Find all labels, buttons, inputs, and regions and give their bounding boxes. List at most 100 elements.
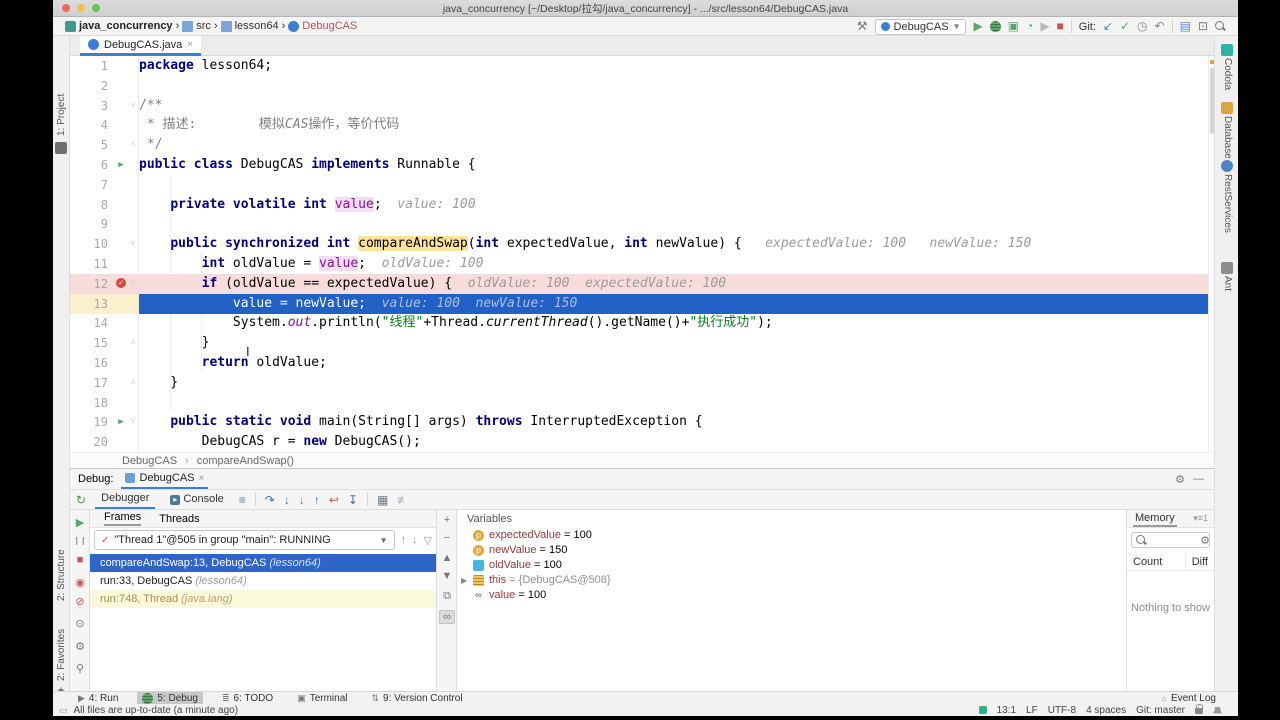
filter-frames-icon[interactable]: ▽ — [424, 534, 432, 547]
fold-marker-icon[interactable]: ˅ — [128, 274, 138, 294]
code-line-12[interactable]: 12✓˅ if (oldValue == expectedValue) { ol… — [70, 274, 1208, 294]
debug-session-tab[interactable]: DebugCAS × — [121, 469, 208, 489]
run-icon[interactable]: ▶ — [973, 17, 982, 36]
fold-marker-icon[interactable]: ˅ — [128, 412, 138, 432]
settings-gear-icon[interactable]: ⚙ — [1175, 473, 1185, 486]
snapshot-camera-icon[interactable]: ⊙ — [70, 617, 90, 630]
code-line-19[interactable]: 19▶˅ public static void main(String[] ar… — [70, 412, 1208, 432]
frame-row[interactable]: run:33, DebugCAS (lesson64) — [90, 572, 436, 590]
debug-tab-debugger[interactable]: Debugger — [95, 490, 155, 509]
add-watch-icon[interactable]: + — [437, 514, 457, 526]
thread-selector[interactable]: ✓ "Thread 1"@505 in group "main": RUNNIN… — [94, 530, 395, 550]
tool-stripe-favorites[interactable]: 2: Favorites — [56, 629, 67, 681]
move-up-icon[interactable]: ▲ — [437, 552, 457, 564]
coverage-icon[interactable]: ▣ — [1008, 17, 1019, 36]
show-layout-icon[interactable]: ≡ — [239, 493, 246, 507]
breadcrumb-method[interactable]: compareAndSwap() — [197, 455, 294, 467]
breadcrumb-item-src[interactable]: src — [182, 20, 211, 32]
build-hammer-icon[interactable]: ⚒ — [857, 17, 868, 36]
status-line-ending[interactable]: LF — [1026, 705, 1038, 716]
duplicate-icon[interactable]: ⧉ — [437, 590, 457, 603]
code-line-5[interactable]: 5˄ */ — [70, 135, 1208, 155]
commit-icon[interactable]: ✓ — [1120, 17, 1130, 36]
code-editor[interactable]: 1package lesson64;23˅/**4 * 描述: 模拟CAS操作，… — [70, 56, 1208, 468]
frames-tab-threads[interactable]: Threads — [159, 513, 199, 525]
inspections-hector-icon[interactable] — [1213, 707, 1222, 714]
code-line-14[interactable]: 14 System.out.println("线程"+Thread.curren… — [70, 313, 1208, 333]
run-configuration-select[interactable]: DebugCAS▼ — [875, 19, 967, 35]
code-line-15[interactable]: 15˄ } — [70, 333, 1208, 353]
status-git-branch[interactable]: Git: master — [1136, 705, 1185, 716]
breakpoint-icon[interactable]: ✓ — [114, 274, 128, 294]
prev-frame-icon[interactable]: ↑ — [401, 534, 407, 546]
settings-gear-icon[interactable]: ⚙ — [70, 640, 90, 653]
view-breakpoints-icon[interactable]: ◉ — [70, 576, 90, 589]
code-line-7[interactable]: 7 — [70, 175, 1208, 195]
code-line-18[interactable]: 18 — [70, 393, 1208, 413]
code-line-2[interactable]: 2 — [70, 76, 1208, 96]
rollback-icon[interactable]: ↶ — [1155, 17, 1165, 36]
rerun-icon[interactable]: ↻ — [76, 493, 86, 507]
hide-panel-icon[interactable]: — — [1193, 473, 1204, 485]
move-down-icon[interactable]: ▼ — [437, 570, 457, 582]
remove-watch-icon[interactable]: − — [437, 532, 457, 544]
run-disabled-icon[interactable]: ▶ — [1040, 17, 1049, 36]
force-step-into-icon[interactable]: ↓ — [299, 493, 305, 507]
pin-icon[interactable]: ⚲ — [70, 662, 90, 675]
variable-row[interactable]: oldValue = 100 — [457, 558, 1126, 573]
breadcrumb-item-DebugCAS[interactable]: DebugCAS — [288, 20, 357, 32]
show-watches-icon[interactable]: ∞ — [439, 610, 455, 624]
frame-row[interactable]: run:748, Thread (java.lang) — [90, 590, 436, 608]
code-line-16[interactable]: 16 return oldValue; — [70, 353, 1208, 373]
editor-tab-debugcas[interactable]: DebugCAS.java × — [80, 36, 201, 56]
breadcrumb-class[interactable]: DebugCAS — [122, 455, 177, 467]
drop-frame-icon[interactable]: ↩ — [329, 493, 339, 507]
memory-settings-gear-icon[interactable]: ⚙ — [1200, 534, 1210, 547]
profiler-icon[interactable]: ◔ — [1026, 17, 1033, 36]
memory-tab[interactable]: Memory — [1133, 511, 1177, 527]
code-line-11[interactable]: 11 int oldValue = value; oldValue: 100 — [70, 254, 1208, 274]
step-out-icon[interactable]: ↑ — [314, 493, 320, 507]
code-line-17[interactable]: 17˄ } — [70, 373, 1208, 393]
pause-icon[interactable]: ❙❙ — [70, 536, 90, 545]
run-to-cursor-icon[interactable]: ↧ — [348, 493, 358, 507]
update-project-icon[interactable]: ↙ — [1103, 17, 1113, 36]
status-caret-position[interactable]: 13:1 — [997, 705, 1016, 716]
step-into-icon[interactable]: ↓ — [284, 493, 290, 507]
editor-scrollbar[interactable] — [1208, 56, 1214, 468]
stop-icon[interactable]: ■ — [70, 554, 90, 566]
variable-row[interactable]: pexpectedValue = 100 — [457, 528, 1126, 543]
evaluate-expression-icon[interactable]: ▦ — [377, 493, 388, 507]
tool-stripe-project[interactable]: 1: Project — [56, 94, 67, 136]
run-gutter-icon[interactable]: ▶ — [114, 412, 128, 432]
code-line-4[interactable]: 4 * 描述: 模拟CAS操作，等价代码 — [70, 115, 1208, 135]
step-over-icon[interactable]: ↷ — [265, 493, 275, 507]
debug-tab-console[interactable]: ▸Console — [164, 491, 229, 508]
frame-row[interactable]: compareAndSwap:13, DebugCAS (lesson64) — [90, 554, 436, 572]
memory-column-diff[interactable]: Diff — [1186, 554, 1214, 570]
resume-icon[interactable]: ▶ — [70, 516, 90, 529]
fold-marker-icon[interactable]: ˅ — [128, 234, 138, 254]
run-anything-icon[interactable]: ⊡ — [1198, 17, 1208, 36]
scrollbar-thumb[interactable] — [1210, 68, 1214, 134]
code-line-8[interactable]: 8 private volatile int value; value: 100 — [70, 195, 1208, 215]
code-line-10[interactable]: 10˅ public synchronized int compareAndSw… — [70, 234, 1208, 254]
search-everywhere-icon[interactable] — [1215, 21, 1226, 32]
next-frame-icon[interactable]: ↓ — [412, 534, 418, 546]
memory-search-input[interactable] — [1131, 532, 1210, 548]
trace-icon[interactable]: ≢ — [397, 493, 409, 507]
status-indent-setting[interactable]: 4 spaces — [1086, 705, 1126, 716]
code-line-3[interactable]: 3˅/** — [70, 96, 1208, 116]
frames-tab-frames[interactable]: Frames — [104, 511, 141, 526]
variable-row[interactable]: ∞value = 100 — [457, 588, 1126, 603]
code-line-9[interactable]: 9 — [70, 214, 1208, 234]
fold-marker-icon[interactable]: ˄ — [128, 333, 138, 353]
breadcrumb-item-lesson64[interactable]: lesson64 — [221, 20, 279, 32]
code-line-6[interactable]: 6▶public class DebugCAS implements Runna… — [70, 155, 1208, 175]
memory-panel-controls[interactable]: ▾≡1 — [1193, 513, 1208, 524]
fold-marker-icon[interactable]: ˄ — [128, 373, 138, 393]
background-tasks-icon[interactable]: ▭ — [59, 705, 68, 716]
close-session-icon[interactable]: × — [199, 473, 205, 484]
tool-stripe-structure[interactable]: 2: Structure — [56, 549, 67, 601]
mute-breakpoints-icon[interactable]: ⊘ — [70, 595, 90, 608]
